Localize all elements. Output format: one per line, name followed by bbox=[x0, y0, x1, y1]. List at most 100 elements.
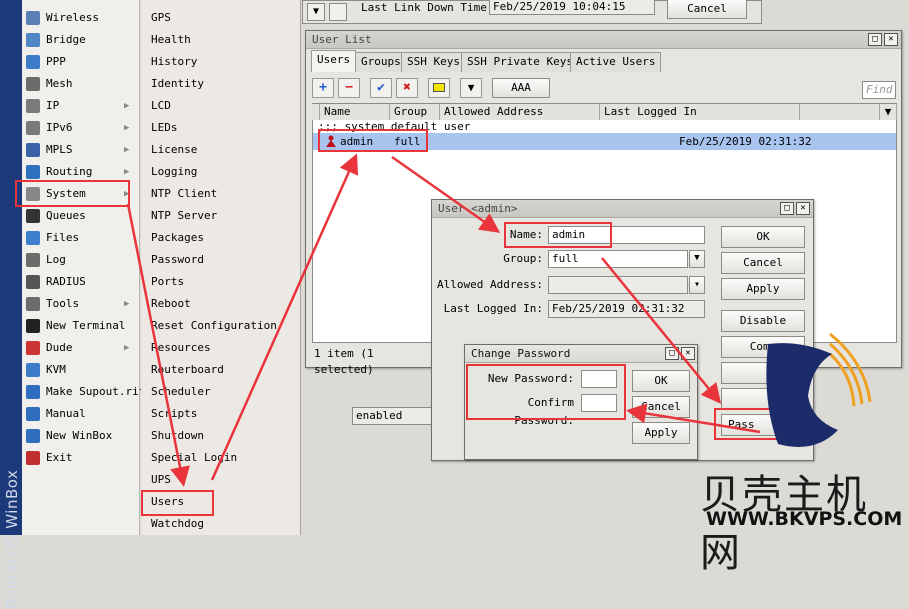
tab-ssh-keys[interactable]: SSH Keys bbox=[401, 52, 466, 72]
maximize-icon[interactable]: □ bbox=[665, 347, 679, 360]
add-icon[interactable]: + bbox=[312, 78, 334, 98]
enable-check-icon[interactable]: ✔ bbox=[370, 78, 392, 98]
system-menu-item-ntp-server[interactable]: NTP Server bbox=[141, 205, 301, 227]
password-cancel-button[interactable]: Cancel bbox=[632, 396, 690, 418]
tab-ssh-private-keys[interactable]: SSH Private Keys bbox=[461, 52, 579, 72]
sidebar-item-dude[interactable]: Dude ▶ bbox=[22, 337, 140, 359]
system-menu-item-leds[interactable]: LEDs bbox=[141, 117, 301, 139]
system-menu-item-scripts[interactable]: Scripts bbox=[141, 403, 301, 425]
bg-toolbar-button[interactable] bbox=[329, 3, 347, 21]
system-menu-item-reset-configuration[interactable]: Reset Configuration bbox=[141, 315, 301, 337]
brand-vertical-label: RouterOS WinBox bbox=[3, 469, 21, 609]
sidebar-item-mpls[interactable]: MPLS ▶ bbox=[22, 139, 140, 161]
sidebar-item-manual[interactable]: Manual bbox=[22, 403, 140, 425]
disable-x-icon[interactable]: ✖ bbox=[396, 78, 418, 98]
name-field[interactable]: admin bbox=[548, 226, 705, 244]
comment-icon[interactable] bbox=[428, 78, 450, 98]
tab-active-users[interactable]: Active Users bbox=[570, 52, 662, 72]
sidebar-item-bridge[interactable]: Bridge bbox=[22, 29, 140, 51]
sidebar-item-wireless[interactable]: Wireless bbox=[22, 7, 140, 29]
sidebar-item-new-terminal[interactable]: New Terminal bbox=[22, 315, 140, 337]
group-dropdown-icon[interactable]: ▼ bbox=[689, 250, 705, 268]
aaa-button[interactable]: AAA bbox=[492, 78, 550, 98]
system-menu-item-ntp-client[interactable]: NTP Client bbox=[141, 183, 301, 205]
supout-icon bbox=[26, 385, 40, 399]
tab-groups[interactable]: Groups bbox=[355, 52, 407, 72]
sidebar-item-kvm[interactable]: KVM bbox=[22, 359, 140, 381]
bg-cancel-button[interactable]: Cancel bbox=[667, 0, 747, 19]
system-menu-item-scheduler[interactable]: Scheduler bbox=[141, 381, 301, 403]
close-icon[interactable]: ✕ bbox=[681, 347, 695, 360]
group-select[interactable]: full bbox=[548, 250, 688, 268]
system-menu-item-lcd[interactable]: LCD bbox=[141, 95, 301, 117]
sidebar-item-radius[interactable]: RADIUS bbox=[22, 271, 140, 293]
sidebar-item-label: Exit bbox=[46, 451, 73, 464]
sidebar-item-mesh[interactable]: Mesh bbox=[22, 73, 140, 95]
sidebar-item-log[interactable]: Log bbox=[22, 249, 140, 271]
system-menu-item-users[interactable]: Users bbox=[141, 491, 301, 513]
system-menu-item-ups[interactable]: UPS bbox=[141, 469, 301, 491]
user-list-titlebar[interactable]: User List bbox=[306, 31, 901, 49]
sidebar-item-ip[interactable]: IP ▶ bbox=[22, 95, 140, 117]
close-icon[interactable]: ✕ bbox=[796, 202, 810, 215]
new-password-field[interactable] bbox=[581, 370, 617, 388]
system-menu-item-special-login[interactable]: Special Login bbox=[141, 447, 301, 469]
find-input[interactable]: Find bbox=[862, 81, 896, 99]
apply-button[interactable]: Apply bbox=[721, 278, 805, 300]
system-menu-item-history[interactable]: History bbox=[141, 51, 301, 73]
system-menu-item-logging[interactable]: Logging bbox=[141, 161, 301, 183]
sidebar-item-label: Make Supout.rif bbox=[46, 385, 146, 398]
filter-icon[interactable]: ▼ bbox=[307, 3, 325, 21]
column-last-logged-in[interactable]: Last Logged In bbox=[600, 104, 800, 120]
confirm-password-field[interactable] bbox=[581, 394, 617, 412]
filter-icon[interactable]: ▼ bbox=[460, 78, 482, 98]
system-menu-item-password[interactable]: Password bbox=[141, 249, 301, 271]
last-link-down-label: Last Link Down Time: bbox=[361, 1, 494, 14]
sidebar-item-tools[interactable]: Tools ▶ bbox=[22, 293, 140, 315]
system-menu-item-packages[interactable]: Packages bbox=[141, 227, 301, 249]
sidebar-item-new-winbox[interactable]: New WinBox bbox=[22, 425, 140, 447]
system-menu-item-health[interactable]: Health bbox=[141, 29, 301, 51]
winbox-icon bbox=[26, 429, 40, 443]
sidebar-item-exit[interactable]: Exit bbox=[22, 447, 140, 469]
column-name[interactable]: Name bbox=[320, 104, 390, 120]
cancel-button[interactable]: Cancel bbox=[721, 252, 805, 274]
system-menu-item-ports[interactable]: Ports bbox=[141, 271, 301, 293]
system-menu-item-reboot[interactable]: Reboot bbox=[141, 293, 301, 315]
system-menu-item-license[interactable]: License bbox=[141, 139, 301, 161]
maximize-icon[interactable]: □ bbox=[868, 33, 882, 46]
password-ok-button[interactable]: OK bbox=[632, 370, 690, 392]
sidebar-item-files[interactable]: Files bbox=[22, 227, 140, 249]
maximize-icon[interactable]: □ bbox=[780, 202, 794, 215]
system-menu-item-routerboard[interactable]: Routerboard bbox=[141, 359, 301, 381]
sidebar-item-queues[interactable]: Queues bbox=[22, 205, 140, 227]
remove-icon[interactable]: − bbox=[338, 78, 360, 98]
sidebar-item-routing[interactable]: Routing ▶ bbox=[22, 161, 140, 183]
user-dialog-titlebar[interactable]: User <admin> bbox=[432, 200, 813, 218]
change-password-title: Change Password bbox=[471, 347, 571, 360]
sidebar-item-ppp[interactable]: PPP bbox=[22, 51, 140, 73]
close-icon[interactable]: ✕ bbox=[884, 33, 898, 46]
system-menu-item-watchdog[interactable]: Watchdog bbox=[141, 513, 301, 535]
system-menu-item-resources[interactable]: Resources bbox=[141, 337, 301, 359]
sidebar-item-make-supout-rif[interactable]: Make Supout.rif bbox=[22, 381, 145, 403]
allowed-address-dropdown-icon[interactable]: ▾ bbox=[689, 276, 705, 294]
column-allowed-address[interactable]: Allowed Address bbox=[440, 104, 600, 120]
column-group[interactable]: Group bbox=[390, 104, 440, 120]
sidebar-item-label: Bridge bbox=[46, 33, 86, 46]
tab-users[interactable]: Users bbox=[311, 50, 357, 72]
system-menu-item-identity[interactable]: Identity bbox=[141, 73, 301, 95]
column-menu-icon[interactable]: ▼ bbox=[880, 104, 897, 120]
sidebar-item-system[interactable]: System ▶ bbox=[22, 183, 140, 205]
change-password-titlebar[interactable]: Change Password bbox=[465, 345, 697, 363]
sidebar-item-ipv6[interactable]: IPv6 ▶ bbox=[22, 117, 140, 139]
disable-button[interactable]: Disable bbox=[721, 310, 805, 332]
chevron-right-icon: ▶ bbox=[124, 343, 130, 353]
chevron-right-icon: ▶ bbox=[124, 101, 130, 111]
system-menu-item-gps[interactable]: GPS bbox=[141, 7, 301, 29]
allowed-address-field[interactable] bbox=[548, 276, 688, 294]
ok-button[interactable]: OK bbox=[721, 226, 805, 248]
status-count: 1 item (1 selected) bbox=[314, 347, 374, 376]
system-menu-item-shutdown[interactable]: Shutdown bbox=[141, 425, 301, 447]
password-apply-button[interactable]: Apply bbox=[632, 422, 690, 444]
